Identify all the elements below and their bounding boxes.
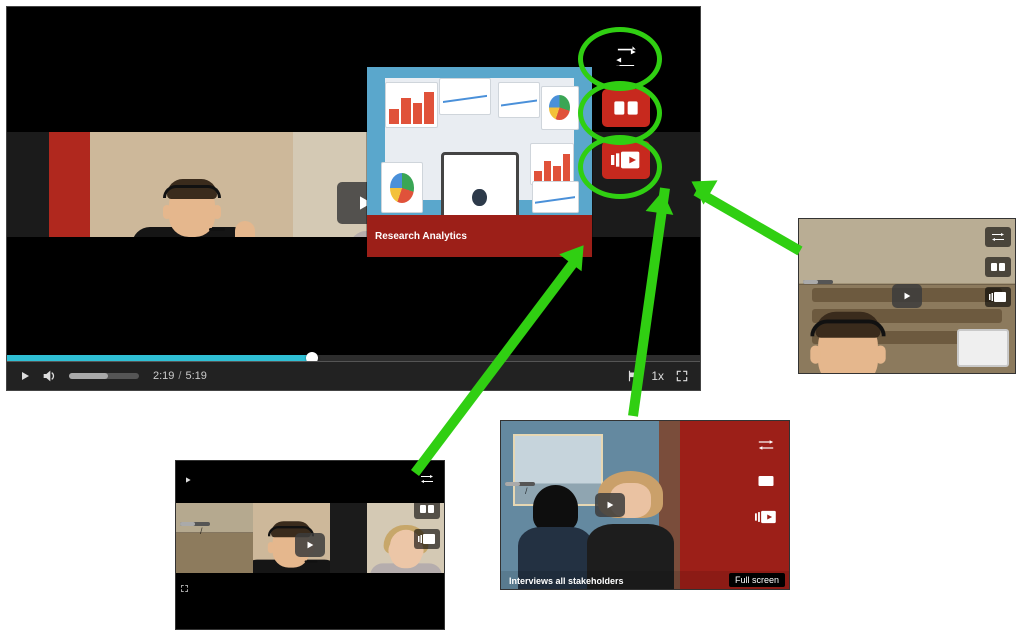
side-by-side-layout-button[interactable] bbox=[602, 89, 650, 127]
thumb-swap-presenter bbox=[805, 285, 890, 373]
swap-icon[interactable] bbox=[753, 435, 779, 455]
flag-icon[interactable] bbox=[621, 362, 645, 390]
layout-icon-group bbox=[602, 37, 650, 179]
fullscreen-icon[interactable] bbox=[670, 362, 694, 390]
play-icon[interactable] bbox=[180, 466, 196, 494]
fullscreen-icon[interactable] bbox=[176, 574, 192, 602]
pip-icon[interactable] bbox=[414, 529, 440, 549]
pip-icon[interactable] bbox=[753, 507, 779, 527]
thumb-pip-layout-icons bbox=[753, 435, 779, 527]
thumb-swap-play-button[interactable] bbox=[892, 284, 922, 308]
fullscreen-tooltip: Full screen bbox=[729, 573, 785, 587]
side-by-side-icon[interactable] bbox=[753, 471, 779, 491]
swap-icon[interactable] bbox=[985, 227, 1011, 247]
thumb-sbs-play-button[interactable] bbox=[295, 533, 325, 557]
volume-icon[interactable] bbox=[37, 362, 61, 390]
volume-slider[interactable] bbox=[69, 373, 139, 379]
main-pip-caption: Research Analytics bbox=[367, 215, 592, 257]
side-by-side-icon[interactable] bbox=[414, 499, 440, 519]
main-presenter-1 bbox=[90, 132, 293, 237]
play-icon[interactable] bbox=[13, 362, 37, 390]
time-separator: / bbox=[196, 526, 207, 536]
playback-rate[interactable]: 1x bbox=[651, 369, 664, 383]
main-pip-slide[interactable]: Research Analytics bbox=[367, 67, 592, 257]
arrow-swap bbox=[694, 187, 803, 256]
time-separator: / bbox=[174, 370, 185, 382]
side-by-side-icon[interactable] bbox=[985, 257, 1011, 277]
pip-icon[interactable] bbox=[985, 287, 1011, 307]
main-video-player: Research Analytics 2:19 bbox=[6, 6, 701, 391]
current-time: 2:19 bbox=[153, 370, 174, 382]
thumb-sbs-controls: 2:19 / 5:19 1x bbox=[176, 466, 444, 486]
pip-layout-button[interactable] bbox=[602, 141, 650, 179]
main-controls: 2:19 / 5:19 1x bbox=[7, 361, 700, 390]
embedded-monitor bbox=[957, 329, 1009, 367]
thumb-swap-layout-icons bbox=[985, 227, 1011, 307]
time-separator: / bbox=[521, 486, 532, 496]
volume-slider[interactable] bbox=[803, 280, 833, 284]
thumb-pip-caption: Interviews all stakeholders bbox=[509, 576, 624, 586]
swap-layout-button[interactable] bbox=[602, 37, 650, 75]
thumb-pip-play-button[interactable] bbox=[595, 493, 625, 517]
thumb-swap-player: 1x bbox=[798, 218, 1016, 374]
thumb-sidebyside-player: 2:19 / 5:19 1x bbox=[175, 460, 445, 630]
thumb-pip-player: Interviews all stakeholders Full screen … bbox=[500, 420, 790, 590]
swap-icon[interactable] bbox=[414, 469, 440, 489]
thumb-sbs-layout-icons bbox=[414, 469, 440, 549]
main-video-area[interactable]: Research Analytics bbox=[7, 7, 700, 362]
duration: 5:19 bbox=[185, 370, 206, 382]
